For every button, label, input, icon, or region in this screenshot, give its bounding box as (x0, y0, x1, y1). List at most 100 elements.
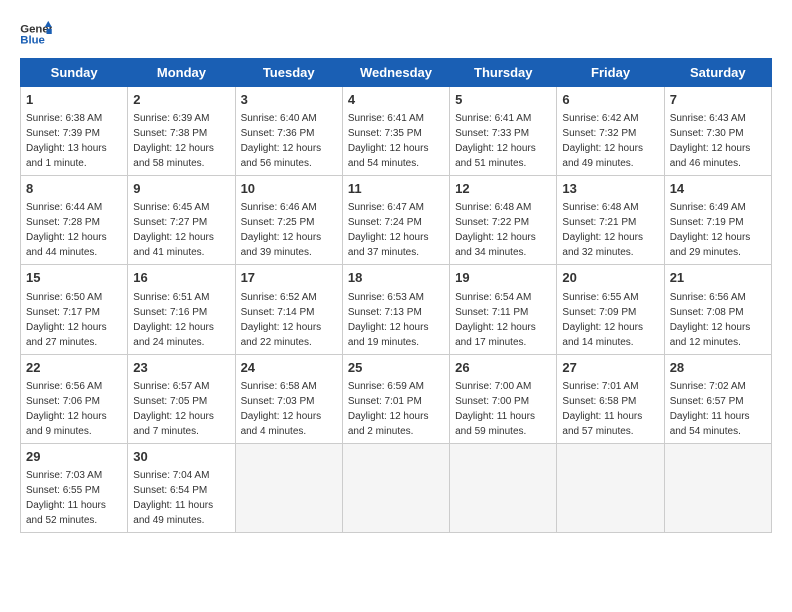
day-info: Sunrise: 6:39 AM Sunset: 7:38 PM Dayligh… (133, 113, 214, 169)
day-info: Sunrise: 6:56 AM Sunset: 7:06 PM Dayligh… (26, 381, 107, 437)
day-number: 12 (455, 180, 551, 198)
day-number: 8 (26, 180, 122, 198)
calendar-body: 1 Sunrise: 6:38 AM Sunset: 7:39 PM Daylig… (21, 87, 772, 533)
day-number: 28 (670, 359, 766, 377)
calendar-day-cell: 15Sunrise: 6:50 AM Sunset: 7:17 PM Dayli… (21, 265, 128, 354)
day-number: 29 (26, 448, 122, 466)
svg-text:Blue: Blue (20, 35, 45, 47)
day-number: 9 (133, 180, 229, 198)
day-info: Sunrise: 6:52 AM Sunset: 7:14 PM Dayligh… (241, 292, 322, 348)
day-info: Sunrise: 6:45 AM Sunset: 7:27 PM Dayligh… (133, 202, 214, 258)
day-info: Sunrise: 6:59 AM Sunset: 7:01 PM Dayligh… (348, 381, 429, 437)
calendar-day-cell: 3 Sunrise: 6:40 AM Sunset: 7:36 PM Daylig… (235, 87, 342, 176)
calendar-day-cell: 16 Sunrise: 6:51 AM Sunset: 7:16 PM Dayli… (128, 265, 235, 354)
day-info: Sunrise: 6:42 AM Sunset: 7:32 PM Dayligh… (562, 113, 643, 169)
day-info: Sunrise: 7:03 AM Sunset: 6:55 PM Dayligh… (26, 470, 106, 526)
day-number: 4 (348, 91, 444, 109)
calendar-day-cell: 13 Sunrise: 6:48 AM Sunset: 7:21 PM Dayli… (557, 176, 664, 265)
calendar-day-cell: 14Sunrise: 6:49 AM Sunset: 7:19 PM Dayli… (664, 176, 771, 265)
day-number: 23 (133, 359, 229, 377)
calendar-week-row: 1 Sunrise: 6:38 AM Sunset: 7:39 PM Daylig… (21, 87, 772, 176)
day-info: Sunrise: 6:44 AM Sunset: 7:28 PM Dayligh… (26, 202, 107, 258)
calendar-day-cell: 26Sunrise: 7:00 AM Sunset: 7:00 PM Dayli… (450, 354, 557, 443)
calendar-day-cell: 28 Sunrise: 7:02 AM Sunset: 6:57 PM Dayli… (664, 354, 771, 443)
day-number: 13 (562, 180, 658, 198)
day-info: Sunrise: 6:58 AM Sunset: 7:03 PM Dayligh… (241, 381, 322, 437)
calendar-day-cell: 2Sunrise: 6:39 AM Sunset: 7:38 PM Daylig… (128, 87, 235, 176)
day-number: 27 (562, 359, 658, 377)
day-info: Sunrise: 7:00 AM Sunset: 7:00 PM Dayligh… (455, 381, 535, 437)
day-info: Sunrise: 6:53 AM Sunset: 7:13 PM Dayligh… (348, 292, 429, 348)
day-number: 1 (26, 91, 122, 109)
calendar-day-cell: 21 Sunrise: 6:56 AM Sunset: 7:08 PM Dayli… (664, 265, 771, 354)
day-info: Sunrise: 7:04 AM Sunset: 6:54 PM Dayligh… (133, 470, 213, 526)
calendar-day-cell (342, 443, 449, 532)
day-number: 3 (241, 91, 337, 109)
day-of-week-header: Sunday (21, 59, 128, 87)
calendar-day-cell: 20 Sunrise: 6:55 AM Sunset: 7:09 PM Dayli… (557, 265, 664, 354)
logo-icon: General Blue (20, 20, 52, 48)
day-info: Sunrise: 6:47 AM Sunset: 7:24 PM Dayligh… (348, 202, 429, 258)
day-number: 14 (670, 180, 766, 198)
day-of-week-header: Monday (128, 59, 235, 87)
day-info: Sunrise: 6:48 AM Sunset: 7:21 PM Dayligh… (562, 202, 643, 258)
calendar-day-cell: 29 Sunrise: 7:03 AM Sunset: 6:55 PM Dayli… (21, 443, 128, 532)
day-info: Sunrise: 6:57 AM Sunset: 7:05 PM Dayligh… (133, 381, 214, 437)
day-of-week-header: Wednesday (342, 59, 449, 87)
day-number: 11 (348, 180, 444, 198)
day-number: 21 (670, 269, 766, 287)
day-of-week-header: Tuesday (235, 59, 342, 87)
calendar-day-cell: 4 Sunrise: 6:41 AM Sunset: 7:35 PM Daylig… (342, 87, 449, 176)
day-info: Sunrise: 6:46 AM Sunset: 7:25 PM Dayligh… (241, 202, 322, 258)
calendar-day-cell: 18 Sunrise: 6:53 AM Sunset: 7:13 PM Dayli… (342, 265, 449, 354)
calendar-day-cell: 17 Sunrise: 6:52 AM Sunset: 7:14 PM Dayli… (235, 265, 342, 354)
calendar-week-row: 15Sunrise: 6:50 AM Sunset: 7:17 PM Dayli… (21, 265, 772, 354)
calendar-day-cell: 22 Sunrise: 6:56 AM Sunset: 7:06 PM Dayli… (21, 354, 128, 443)
day-number: 7 (670, 91, 766, 109)
day-info: Sunrise: 7:02 AM Sunset: 6:57 PM Dayligh… (670, 381, 750, 437)
day-info: Sunrise: 6:56 AM Sunset: 7:08 PM Dayligh… (670, 292, 751, 348)
day-of-week-header: Friday (557, 59, 664, 87)
calendar-day-cell: 5 Sunrise: 6:41 AM Sunset: 7:33 PM Daylig… (450, 87, 557, 176)
calendar-day-cell: 10 Sunrise: 6:46 AM Sunset: 7:25 PM Dayli… (235, 176, 342, 265)
day-number: 16 (133, 269, 229, 287)
day-number: 20 (562, 269, 658, 287)
day-info: Sunrise: 6:40 AM Sunset: 7:36 PM Dayligh… (241, 113, 322, 169)
calendar-day-cell: 30 Sunrise: 7:04 AM Sunset: 6:54 PM Dayli… (128, 443, 235, 532)
day-info: Sunrise: 6:50 AM Sunset: 7:17 PM Dayligh… (26, 292, 107, 348)
calendar-day-cell: 11 Sunrise: 6:47 AM Sunset: 7:24 PM Dayli… (342, 176, 449, 265)
calendar-day-cell: 7 Sunrise: 6:43 AM Sunset: 7:30 PM Daylig… (664, 87, 771, 176)
calendar-day-cell: 8 Sunrise: 6:44 AM Sunset: 7:28 PM Daylig… (21, 176, 128, 265)
day-info: Sunrise: 6:54 AM Sunset: 7:11 PM Dayligh… (455, 292, 536, 348)
day-info: Sunrise: 6:38 AM Sunset: 7:39 PM Dayligh… (26, 113, 107, 169)
day-of-week-header: Thursday (450, 59, 557, 87)
day-number: 17 (241, 269, 337, 287)
day-number: 18 (348, 269, 444, 287)
calendar-week-row: 29 Sunrise: 7:03 AM Sunset: 6:55 PM Dayli… (21, 443, 772, 532)
calendar-week-row: 8 Sunrise: 6:44 AM Sunset: 7:28 PM Daylig… (21, 176, 772, 265)
day-info: Sunrise: 6:41 AM Sunset: 7:33 PM Dayligh… (455, 113, 536, 169)
calendar-day-cell: 24 Sunrise: 6:58 AM Sunset: 7:03 PM Dayli… (235, 354, 342, 443)
day-info: Sunrise: 7:01 AM Sunset: 6:58 PM Dayligh… (562, 381, 642, 437)
calendar-day-cell (557, 443, 664, 532)
day-number: 30 (133, 448, 229, 466)
calendar-day-cell: 1 Sunrise: 6:38 AM Sunset: 7:39 PM Daylig… (21, 87, 128, 176)
day-of-week-header: Saturday (664, 59, 771, 87)
day-number: 25 (348, 359, 444, 377)
calendar-day-cell: 19Sunrise: 6:54 AM Sunset: 7:11 PM Dayli… (450, 265, 557, 354)
day-number: 10 (241, 180, 337, 198)
day-number: 22 (26, 359, 122, 377)
calendar-day-cell (664, 443, 771, 532)
day-number: 5 (455, 91, 551, 109)
day-info: Sunrise: 6:41 AM Sunset: 7:35 PM Dayligh… (348, 113, 429, 169)
calendar-table: SundayMondayTuesdayWednesdayThursdayFrid… (20, 58, 772, 533)
day-info: Sunrise: 6:51 AM Sunset: 7:16 PM Dayligh… (133, 292, 214, 348)
day-number: 24 (241, 359, 337, 377)
day-info: Sunrise: 6:43 AM Sunset: 7:30 PM Dayligh… (670, 113, 751, 169)
calendar-day-cell: 12Sunrise: 6:48 AM Sunset: 7:22 PM Dayli… (450, 176, 557, 265)
calendar-day-cell (450, 443, 557, 532)
day-info: Sunrise: 6:55 AM Sunset: 7:09 PM Dayligh… (562, 292, 643, 348)
calendar-day-cell: 23 Sunrise: 6:57 AM Sunset: 7:05 PM Dayli… (128, 354, 235, 443)
calendar-day-cell (235, 443, 342, 532)
calendar-day-cell: 6Sunrise: 6:42 AM Sunset: 7:32 PM Daylig… (557, 87, 664, 176)
